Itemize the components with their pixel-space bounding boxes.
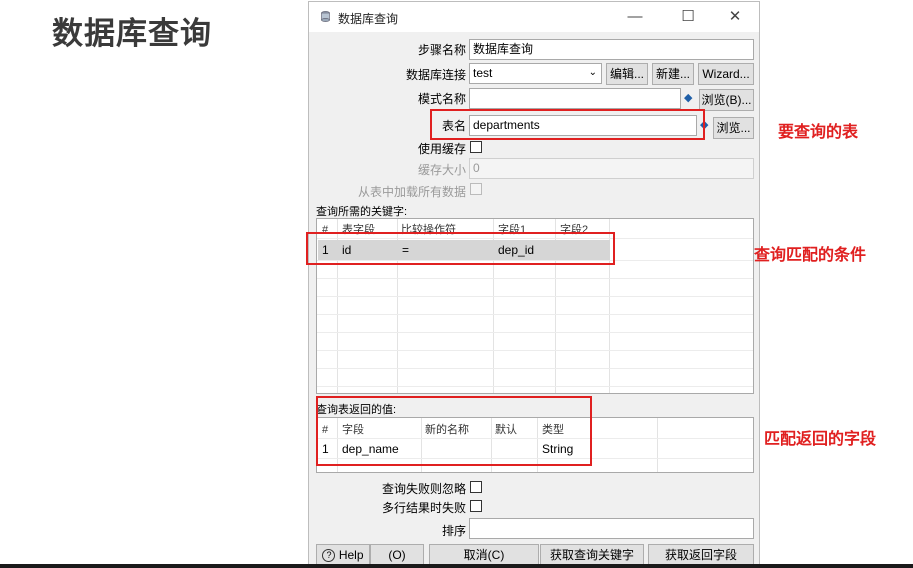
variable-icon: ◆ — [684, 92, 693, 104]
annotation-table: 要查询的表 — [778, 124, 859, 141]
cache-size-label: 缓存大小 — [417, 163, 466, 177]
help-icon: ? — [322, 549, 336, 563]
load-all-label: 从表中加载所有数据 — [357, 185, 466, 199]
annotation-fields: 匹配返回的字段 — [764, 431, 877, 448]
bottom-edge-strip — [0, 564, 913, 568]
edit-connection-button[interactable]: 编辑... — [606, 63, 648, 85]
use-cache-checkbox[interactable] — [470, 141, 482, 153]
minimize-icon[interactable]: — — [621, 6, 649, 28]
cancel-button[interactable]: 取消(C) — [429, 544, 539, 566]
schema-label: 模式名称 — [417, 92, 466, 106]
browse-schema-button[interactable]: 浏览(B)... — [699, 89, 754, 111]
sort-input[interactable] — [469, 518, 754, 539]
wizard-button[interactable]: Wizard... — [698, 63, 754, 85]
step-name-label: 步骤名称 — [417, 43, 466, 57]
get-fields-button[interactable]: 获取返回字段 — [648, 544, 754, 566]
dialog-title: 数据库查询 — [338, 12, 399, 26]
table-highlight-box — [430, 109, 705, 140]
connection-select[interactable]: test ⌄ — [469, 63, 602, 84]
help-button[interactable]: ? Help — [316, 544, 370, 566]
cache-size-input[interactable]: 0 — [469, 158, 754, 179]
maximize-icon[interactable]: ☐ — [674, 6, 702, 28]
sort-label: 排序 — [441, 524, 466, 538]
ok-button[interactable]: (O) — [370, 544, 424, 566]
ignore-fail-checkbox[interactable] — [470, 481, 482, 493]
step-name-input[interactable]: 数据库查询 — [469, 39, 754, 60]
browse-table-button[interactable]: 浏览... — [713, 117, 754, 139]
use-cache-label: 使用缓存 — [417, 142, 466, 156]
annotation-condition: 查询匹配的条件 — [754, 247, 867, 264]
multi-fail-checkbox[interactable] — [470, 500, 482, 512]
help-label: Help — [338, 548, 364, 562]
schema-input[interactable] — [469, 88, 681, 109]
ignore-fail-label: 查询失败则忽略 — [381, 482, 466, 496]
database-icon — [321, 11, 330, 22]
chevron-down-icon: ⌄ — [588, 67, 597, 78]
new-connection-button[interactable]: 新建... — [652, 63, 694, 85]
connection-label: 数据库连接 — [405, 68, 466, 82]
condition-highlight-box — [306, 232, 615, 265]
slide-title: 数据库查询 — [52, 16, 212, 51]
get-keys-button[interactable]: 获取查询关键字 — [540, 544, 644, 566]
connection-value: test — [473, 66, 493, 80]
keys-section-label: 查询所需的关键字: — [316, 206, 408, 218]
close-icon[interactable]: ✕ — [721, 6, 749, 28]
load-all-checkbox[interactable] — [470, 183, 482, 195]
fields-highlight-box — [316, 396, 592, 466]
multi-fail-label: 多行结果时失败 — [381, 501, 466, 515]
